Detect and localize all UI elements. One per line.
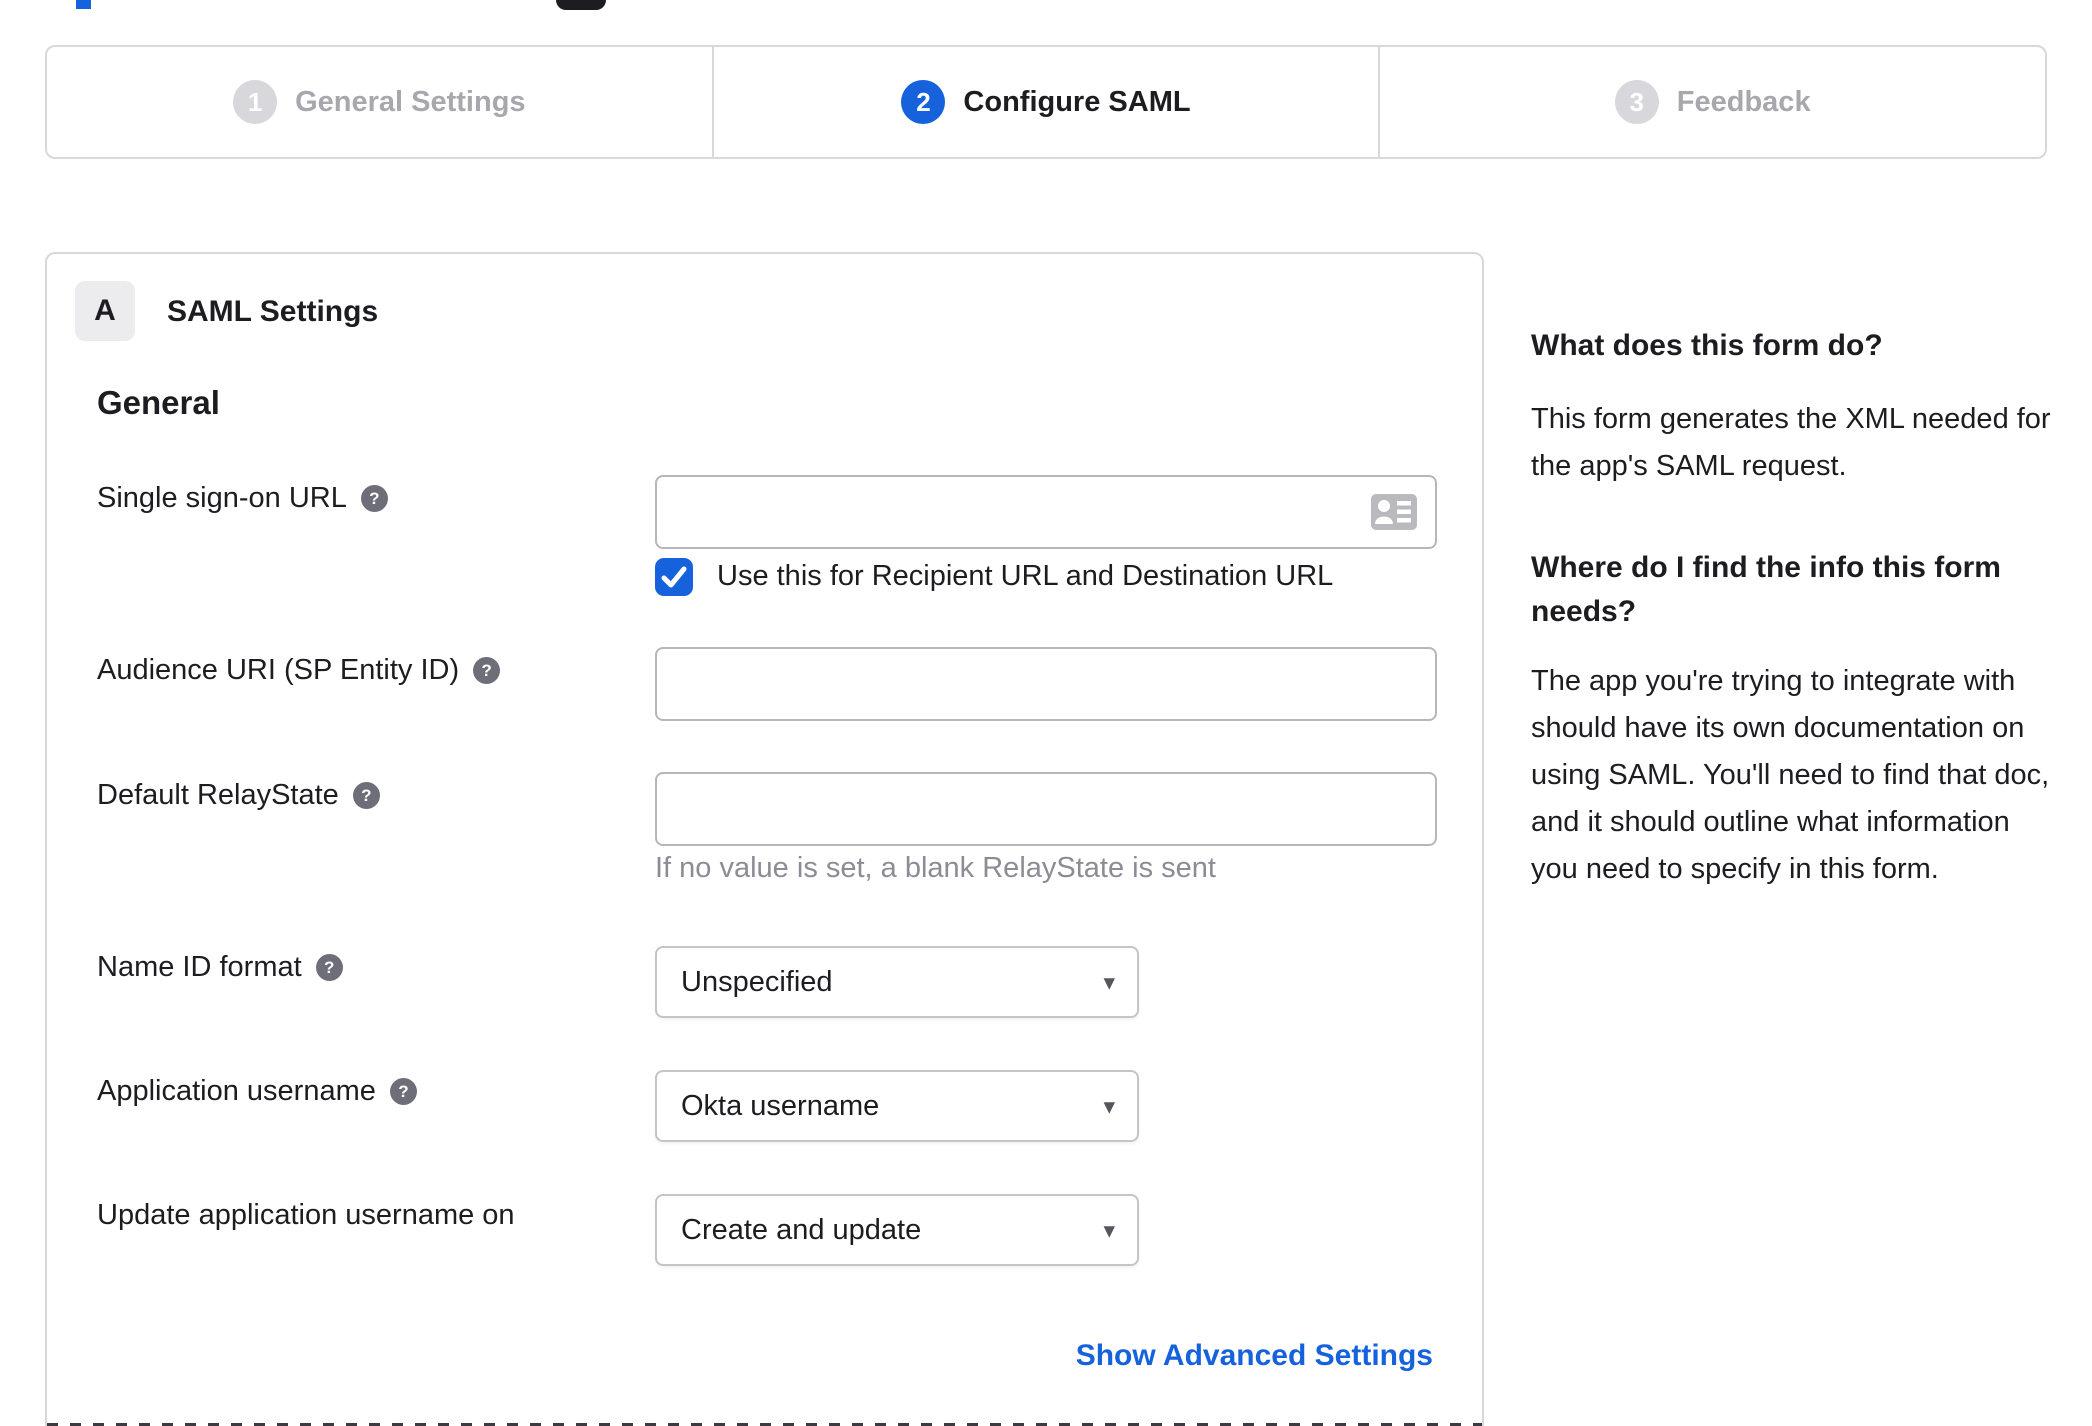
checkmark-icon xyxy=(661,566,687,588)
help-icon[interactable]: ? xyxy=(352,782,380,809)
step-configure-saml[interactable]: 2 Configure SAML xyxy=(711,47,1379,157)
name-id-format-label: Name ID format xyxy=(97,951,302,983)
general-heading: General xyxy=(97,384,220,421)
screen: 1 General Settings 2 Configure SAML 3 Fe… xyxy=(0,0,2092,1426)
step-feedback[interactable]: 3 Feedback xyxy=(1378,47,2045,157)
relaystate-helper-text: If no value is set, a blank RelayState i… xyxy=(655,852,1216,884)
default-relaystate-input[interactable] xyxy=(655,772,1437,846)
sidebar-heading-what: What does this form do? xyxy=(1531,329,1883,362)
sidebar-body-what: This form generates the XML needed for t… xyxy=(1531,403,2051,482)
application-username-label-row: Application username ? xyxy=(97,1075,417,1108)
sidebar-body-where: The app you're trying to integrate with … xyxy=(1531,665,2050,885)
clipped-header-fragment xyxy=(76,0,91,9)
chevron-down-icon: ▾ xyxy=(1103,1092,1115,1119)
update-username-label: Update application username on xyxy=(97,1199,515,1231)
default-relaystate-label: Default RelayState xyxy=(97,779,339,811)
step-2-label: Configure SAML xyxy=(963,85,1191,118)
application-username-value: Okta username xyxy=(681,1089,880,1122)
help-icon[interactable]: ? xyxy=(360,485,388,512)
help-icon[interactable]: ? xyxy=(315,954,343,981)
step-2-badge: 2 xyxy=(901,80,946,124)
audience-uri-input[interactable] xyxy=(655,647,1437,721)
step-general-settings[interactable]: 1 General Settings xyxy=(47,47,712,157)
help-icon[interactable]: ? xyxy=(473,657,501,684)
use-this-for-recipient-checkbox-label[interactable]: Use this for Recipient URL and Destinati… xyxy=(717,560,1333,593)
help-icon[interactable]: ? xyxy=(389,1078,417,1105)
update-username-value: Create and update xyxy=(681,1213,922,1246)
contact-card-icon xyxy=(1371,494,1417,530)
audience-uri-label: Audience URI (SP Entity ID) xyxy=(97,654,460,686)
application-username-select[interactable]: Okta username ▾ xyxy=(655,1070,1139,1142)
application-username-label: Application username xyxy=(97,1075,376,1107)
name-id-format-label-row: Name ID format ? xyxy=(97,951,343,984)
chevron-down-icon: ▾ xyxy=(1103,1216,1115,1243)
step-3-label: Feedback xyxy=(1676,85,1811,118)
chevron-down-icon: ▾ xyxy=(1103,968,1115,995)
step-3-badge: 3 xyxy=(1614,80,1659,124)
saml-settings-panel: A SAML Settings General Single sign-on U… xyxy=(45,252,1484,1426)
help-sidebar: What does this form do? This form genera… xyxy=(1531,324,2051,893)
update-username-label-row: Update application username on xyxy=(97,1199,515,1232)
audience-uri-label-row: Audience URI (SP Entity ID) ? xyxy=(97,654,501,687)
section-a-badge: A xyxy=(75,281,135,341)
step-1-badge: 1 xyxy=(233,80,278,124)
single-sign-on-url-label-row: Single sign-on URL ? xyxy=(97,482,388,515)
use-this-for-recipient-checkbox[interactable] xyxy=(655,558,693,596)
single-sign-on-url-label: Single sign-on URL xyxy=(97,482,347,514)
update-username-select[interactable]: Create and update ▾ xyxy=(655,1194,1139,1266)
sidebar-heading-where: Where do I find the info this form needs… xyxy=(1531,551,2001,628)
name-id-format-value: Unspecified xyxy=(681,965,833,998)
clipped-header-glyph xyxy=(556,0,606,10)
step-1-label: General Settings xyxy=(295,85,526,118)
wizard-stepper: 1 General Settings 2 Configure SAML 3 Fe… xyxy=(45,45,2047,159)
show-advanced-settings-link[interactable]: Show Advanced Settings xyxy=(1076,1339,1433,1373)
name-id-format-select[interactable]: Unspecified ▾ xyxy=(655,946,1139,1018)
default-relaystate-label-row: Default RelayState ? xyxy=(97,779,380,812)
single-sign-on-url-input[interactable] xyxy=(655,475,1437,549)
section-title: SAML Settings xyxy=(167,295,379,328)
